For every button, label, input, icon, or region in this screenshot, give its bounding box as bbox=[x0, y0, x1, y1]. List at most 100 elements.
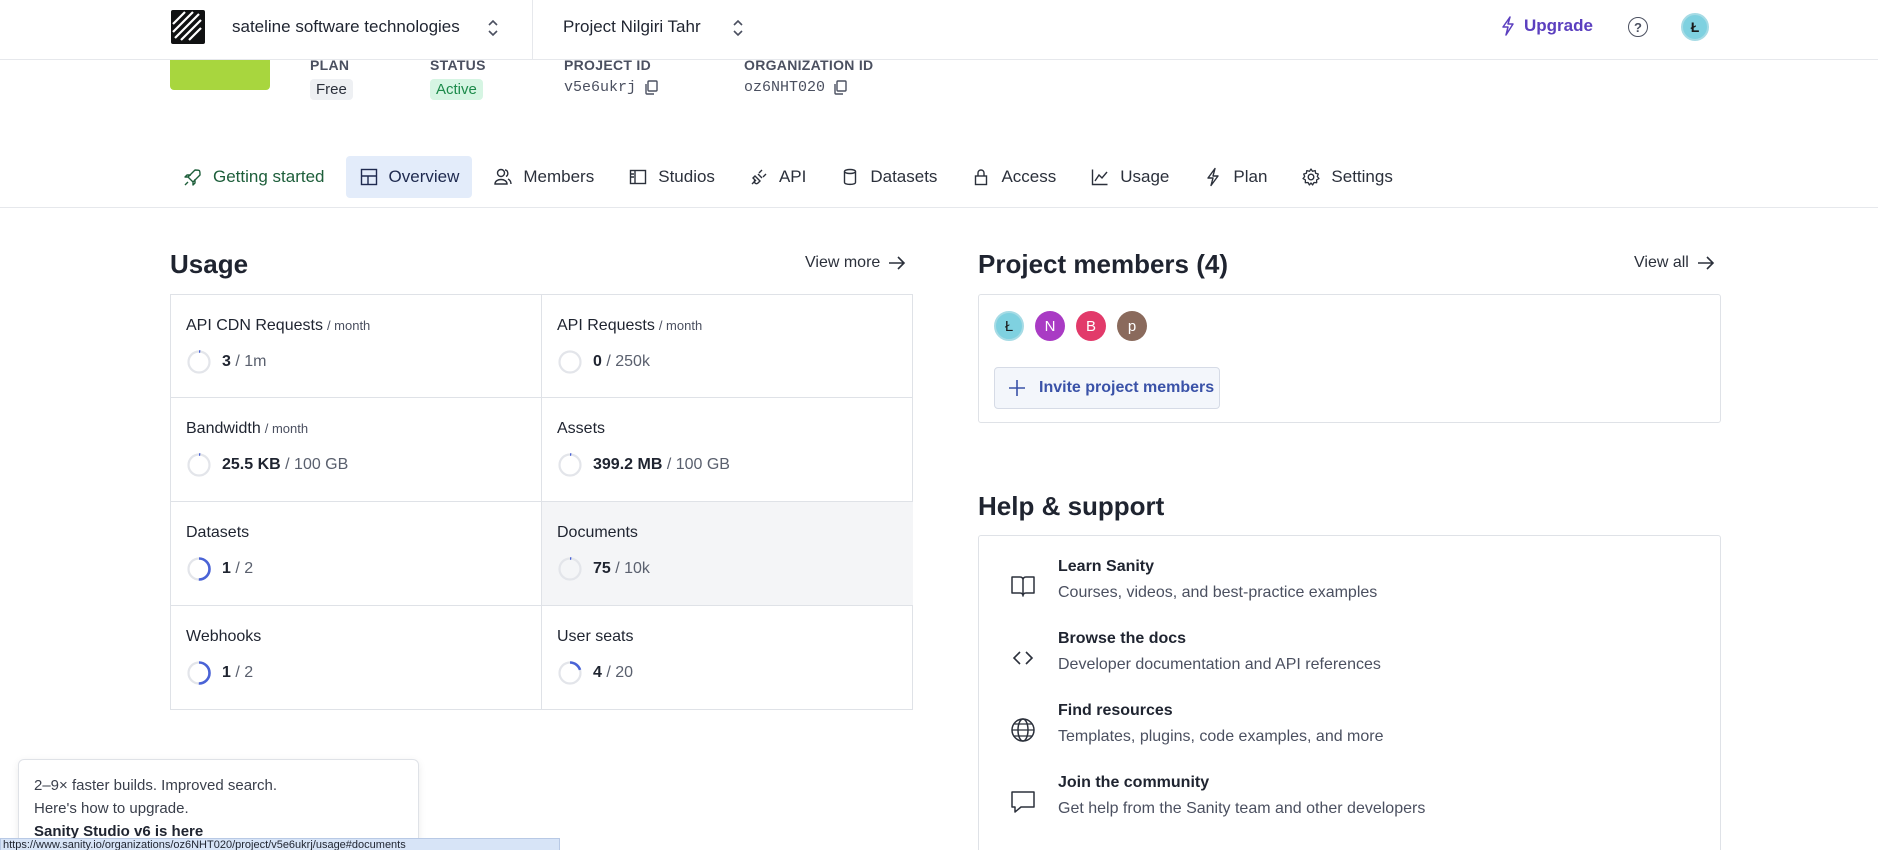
user-avatar[interactable]: Ł bbox=[1681, 13, 1709, 41]
project-id-value: v5e6ukrj bbox=[564, 79, 637, 96]
usage-current: 75 bbox=[593, 560, 611, 577]
arrow-right-icon bbox=[1697, 256, 1714, 270]
users-icon bbox=[494, 168, 513, 185]
chat-icon bbox=[1011, 791, 1035, 813]
usage-metric-name: Documents bbox=[557, 524, 638, 541]
usage-cell-api-requests[interactable]: API Requests / month 0 / 250k bbox=[542, 295, 913, 398]
usage-cell-webhooks[interactable]: Webhooks 1 / 2 bbox=[171, 606, 542, 710]
usage-cell-bandwidth[interactable]: Bandwidth / month 25.5 KB / 100 GB bbox=[171, 398, 542, 502]
help-box: Learn Sanity Courses, videos, and best-p… bbox=[978, 535, 1721, 850]
member-avatar[interactable]: B bbox=[1076, 311, 1106, 341]
tab-label: Overview bbox=[388, 167, 460, 186]
member-avatar[interactable]: Ł bbox=[994, 311, 1024, 341]
toast-line-1: 2–9× faster builds. Improved search. bbox=[34, 777, 278, 794]
upgrade-button[interactable]: Upgrade bbox=[1500, 16, 1593, 36]
help-item-desc: Get help from the Sanity team and other … bbox=[1058, 800, 1426, 817]
member-avatar[interactable]: p bbox=[1117, 311, 1147, 341]
chevron-updown-icon[interactable] bbox=[486, 17, 500, 39]
usage-metric-name: API CDN Requests bbox=[186, 317, 323, 334]
usage-title: Usage bbox=[170, 249, 249, 279]
plan-meta: PLAN Free bbox=[310, 57, 353, 100]
org-id-value: oz6NHT020 bbox=[744, 79, 826, 96]
tab-datasets[interactable]: Datasets bbox=[827, 156, 950, 198]
copy-icon[interactable] bbox=[833, 80, 847, 95]
help-item-docs[interactable]: Browse the docs Developer documentation … bbox=[979, 630, 1719, 690]
tab-plan[interactable]: Plan bbox=[1190, 156, 1280, 198]
usage-cell-title: Webhooks bbox=[186, 628, 526, 646]
database-icon bbox=[844, 168, 857, 186]
code-icon bbox=[1012, 651, 1034, 665]
bolt-icon bbox=[1502, 16, 1514, 36]
help-item-desc: Courses, videos, and best-practice examp… bbox=[1058, 584, 1378, 601]
view-more-label: View more bbox=[805, 254, 881, 271]
usage-cell-title: Datasets bbox=[186, 524, 526, 542]
tab-overview[interactable]: Overview bbox=[345, 156, 473, 198]
globe-icon bbox=[1011, 718, 1035, 742]
member-avatar[interactable]: N bbox=[1035, 311, 1065, 341]
tab-api[interactable]: API bbox=[736, 156, 819, 198]
usage-cell-user-seats[interactable]: User seats 4 / 20 bbox=[542, 606, 913, 710]
announcement-toast[interactable]: 2–9× faster builds. Improved search. Her… bbox=[18, 759, 419, 850]
tab-label: Access bbox=[1001, 167, 1057, 186]
project-switcher[interactable]: Project Nilgiri Tahr bbox=[563, 17, 701, 37]
help-item-learn[interactable]: Learn Sanity Courses, videos, and best-p… bbox=[979, 558, 1719, 618]
members-title: Project members (4) bbox=[978, 249, 1228, 279]
usage-progress-ring bbox=[187, 453, 211, 477]
usage-cell-assets[interactable]: Assets 399.2 MB / 100 GB bbox=[542, 398, 913, 502]
invite-members-button[interactable]: Invite project members bbox=[994, 367, 1220, 409]
browser-status-url: https://www.sanity.io/organizations/oz6N… bbox=[0, 838, 560, 850]
usage-metric-name: Bandwidth bbox=[186, 420, 261, 437]
usage-cell-value: 1 / 2 bbox=[186, 660, 526, 686]
help-icon[interactable]: ? bbox=[1628, 17, 1648, 37]
usage-limit: / 250k bbox=[601, 353, 650, 370]
usage-current: 0 bbox=[593, 353, 602, 370]
usage-limit: / 10k bbox=[610, 560, 650, 577]
org-id-meta: ORGANIZATION ID oz6NHT020 bbox=[744, 57, 873, 96]
usage-limit: / 100 GB bbox=[280, 456, 349, 473]
usage-progress-ring bbox=[558, 661, 582, 685]
usage-cell-api-cdn-requests[interactable]: API CDN Requests / month 3 / 1m bbox=[171, 295, 542, 398]
usage-progress-ring bbox=[187, 661, 211, 685]
chevron-updown-icon[interactable] bbox=[731, 17, 745, 39]
usage-cell-value: 25.5 KB / 100 GB bbox=[186, 452, 526, 478]
help-item-desc: Templates, plugins, code examples, and m… bbox=[1058, 728, 1384, 745]
tab-label: API bbox=[778, 167, 807, 186]
usage-progress-ring bbox=[558, 557, 582, 581]
arrow-right-icon bbox=[889, 256, 906, 270]
view-all-link[interactable]: View all bbox=[1634, 254, 1715, 272]
tabs-divider bbox=[0, 207, 1878, 208]
header-divider bbox=[532, 0, 533, 60]
tab-access[interactable]: Access bbox=[958, 156, 1069, 198]
org-logo[interactable] bbox=[171, 10, 205, 44]
org-switcher[interactable]: sateline software technologies bbox=[232, 17, 460, 37]
help-item-resources[interactable]: Find resources Templates, plugins, code … bbox=[979, 702, 1719, 762]
members-box: Ł N B p Invite project members bbox=[978, 294, 1721, 423]
usage-metric-period: / month bbox=[658, 318, 703, 333]
usage-grid: API CDN Requests / month 3 / 1m API Request… bbox=[170, 294, 913, 710]
plug-icon bbox=[751, 169, 767, 185]
view-more-link[interactable]: View more bbox=[805, 254, 906, 272]
usage-limit: / 2 bbox=[230, 560, 254, 577]
tab-getting-started[interactable]: Getting started bbox=[170, 156, 338, 198]
usage-limit: / 2 bbox=[230, 664, 254, 681]
project-id-meta: PROJECT ID v5e6ukrj bbox=[564, 57, 658, 96]
tab-settings[interactable]: Settings bbox=[1288, 156, 1405, 198]
usage-cell-value: 75 / 10k bbox=[557, 556, 898, 582]
tab-studios[interactable]: Studios bbox=[615, 156, 728, 198]
usage-current: 25.5 KB bbox=[222, 456, 281, 473]
usage-cell-datasets[interactable]: Datasets 1 / 2 bbox=[171, 502, 542, 606]
chart-icon bbox=[1092, 169, 1108, 186]
help-item-community[interactable]: Join the community Get help from the San… bbox=[979, 774, 1719, 834]
usage-cell-title: API CDN Requests / month bbox=[186, 317, 526, 335]
usage-progress-ring bbox=[187, 350, 211, 374]
tab-members[interactable]: Members bbox=[480, 156, 607, 198]
tab-label: Plan bbox=[1233, 167, 1268, 186]
usage-cell-value: 3 / 1m bbox=[186, 349, 526, 375]
usage-cell-documents[interactable]: Documents 75 / 10k bbox=[542, 502, 913, 606]
tab-label: Members bbox=[523, 167, 595, 186]
usage-current: 3 bbox=[222, 353, 231, 370]
help-item-desc: Developer documentation and API referenc… bbox=[1058, 656, 1381, 673]
help-item-title: Learn Sanity bbox=[1058, 558, 1155, 575]
copy-icon[interactable] bbox=[644, 80, 658, 95]
tab-usage[interactable]: Usage bbox=[1077, 156, 1182, 198]
